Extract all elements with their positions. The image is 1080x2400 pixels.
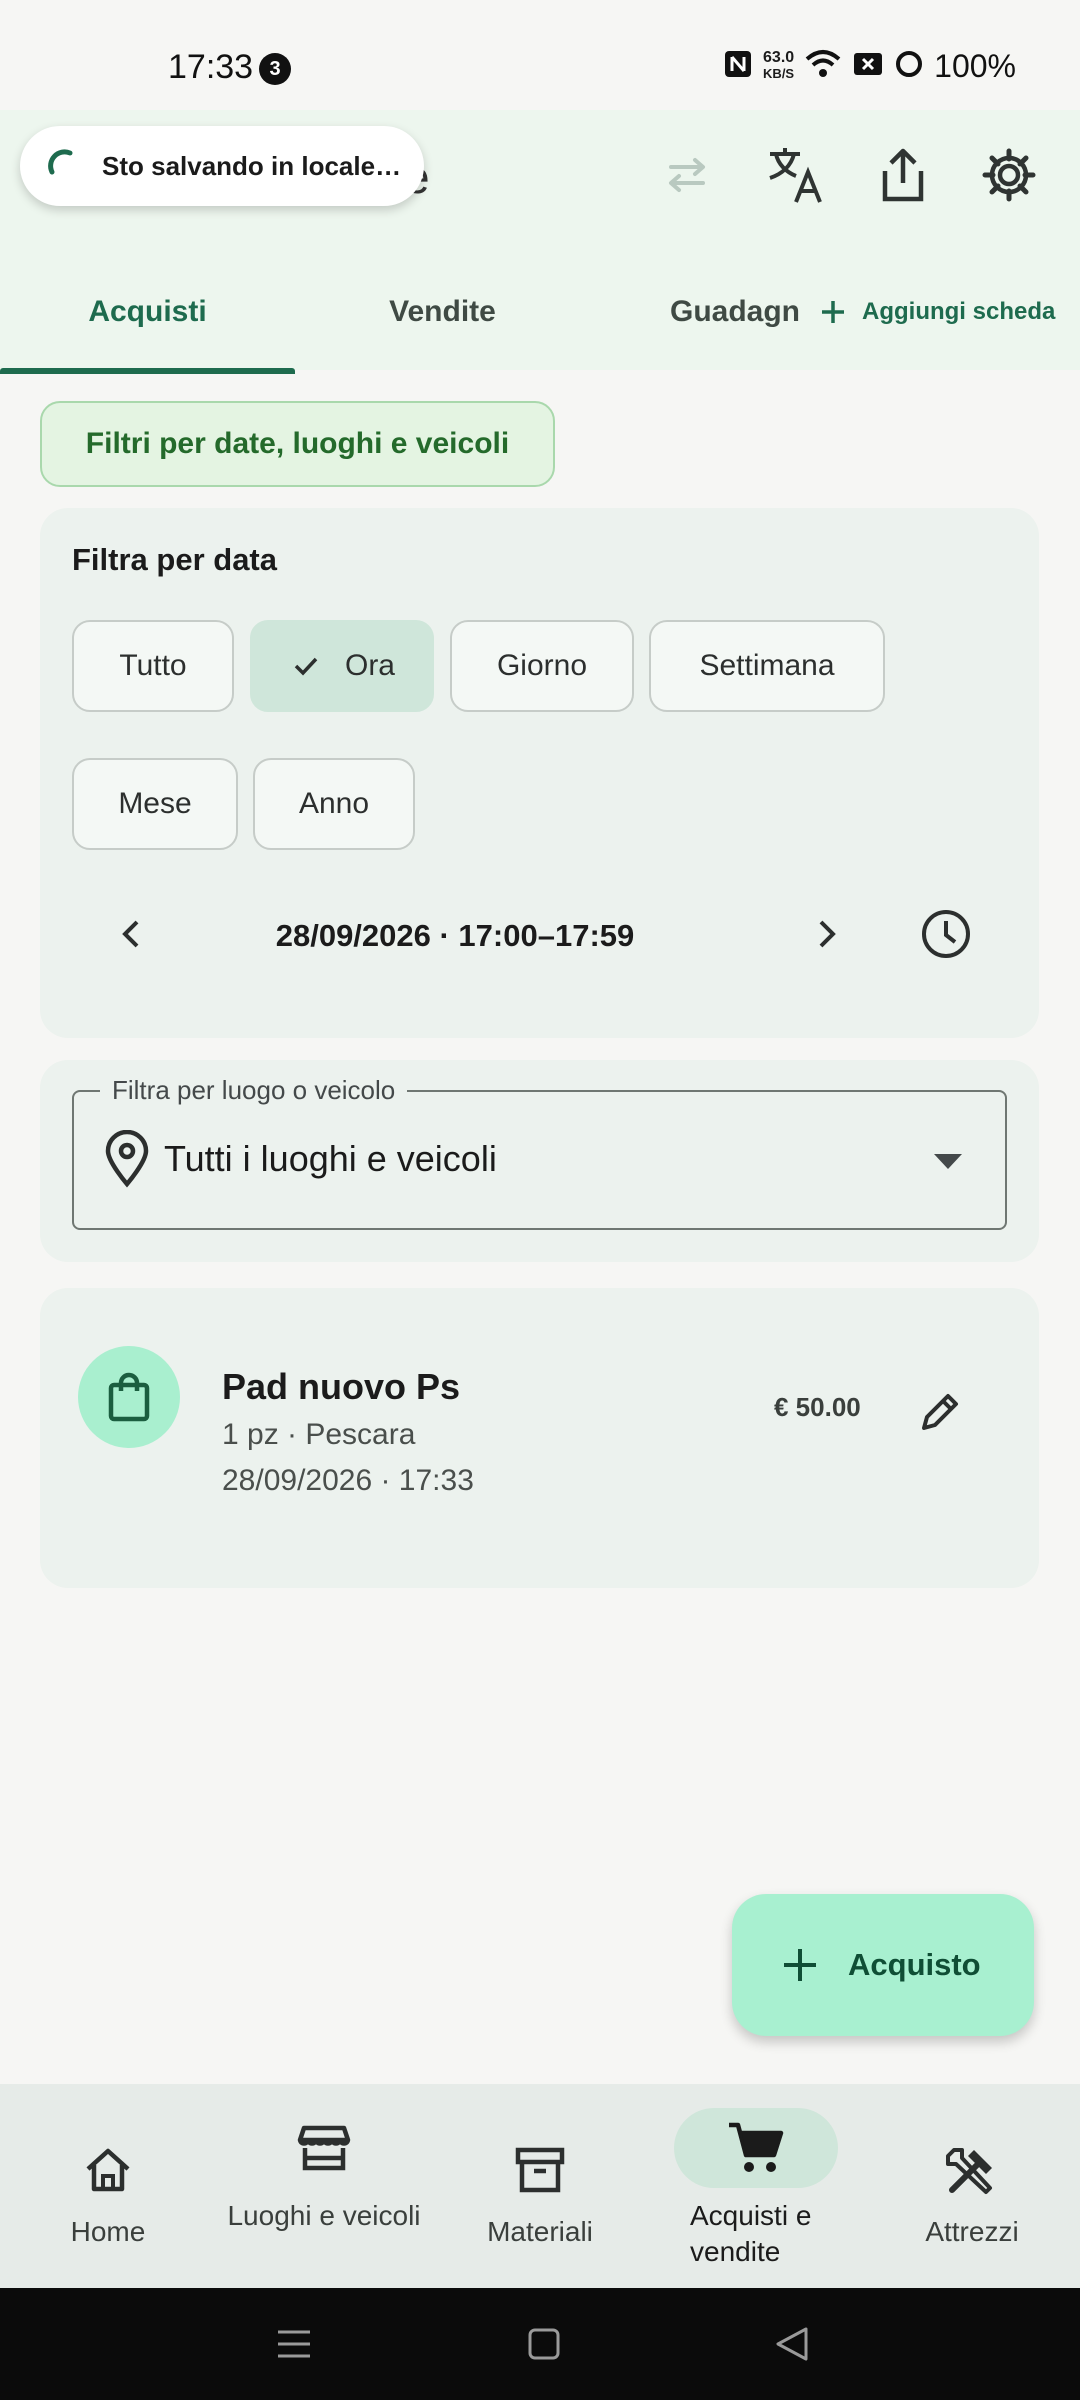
loading-spinner-icon: [48, 149, 73, 175]
nfc-icon: [723, 49, 753, 84]
nav-acquisti-label: Acquisti e vendite: [690, 2200, 812, 2267]
edit-item-button[interactable]: [912, 1384, 968, 1440]
chip-ora[interactable]: Ora: [250, 620, 434, 712]
shopping-bag-icon: [108, 1372, 150, 1422]
tools-icon: [890, 2130, 1054, 2210]
tab-acquisti[interactable]: Acquisti: [0, 250, 295, 374]
filters-toggle-button[interactable]: Filtri per date, luoghi e veicoli: [40, 401, 555, 487]
system-navigation-bar: [0, 2288, 1080, 2400]
nav-home-label: Home: [70, 2216, 146, 2247]
date-filter-title: Filtra per data: [72, 542, 277, 577]
saving-toast: Sto salvando in locale…: [20, 126, 424, 206]
location-pin-icon: [102, 1129, 152, 1193]
home-icon: [26, 2130, 190, 2210]
nav-attrezzi[interactable]: Attrezzi: [864, 2084, 1080, 2288]
net-speed-unit: KB/S: [763, 66, 795, 81]
chip-giorno[interactable]: Giorno: [450, 620, 634, 712]
net-speed-value: 63.0: [763, 49, 795, 66]
no-sim-icon: [852, 50, 884, 83]
item-name: Pad nuovo Ps: [222, 1366, 461, 1407]
square-icon: [528, 2328, 560, 2360]
gear-icon[interactable]: [974, 140, 1044, 210]
status-icons: 63.0 KB/S 100%: [723, 46, 1016, 86]
bottom-navigation: Home Luoghi e veicoli Materiali Acquisti…: [0, 2084, 1080, 2288]
swap-icon[interactable]: [652, 140, 722, 210]
battery-percent: 100%: [934, 47, 1016, 84]
translate-icon[interactable]: [760, 140, 830, 210]
date-range-label: 28/09/2026 · 17:00–17:59: [275, 918, 635, 953]
nav-luoghi-veicoli[interactable]: Luoghi e veicoli: [216, 2084, 432, 2288]
next-period-button[interactable]: [798, 906, 854, 962]
status-bar: 17:33 3 63.0 KB/S 100%: [0, 0, 1080, 110]
chip-ora-label: Ora: [344, 649, 395, 682]
item-quantity-place: 1 pz · Pescara: [222, 1418, 416, 1451]
chip-settimana[interactable]: Settimana: [649, 620, 885, 712]
toast-text: Sto salvando in locale…: [102, 150, 402, 181]
nav-attrezzi-label: Attrezzi: [925, 2216, 1019, 2247]
battery-ring-icon: [894, 49, 924, 84]
tab-bar: Acquisti Vendite Guadagn Aggiungi scheda: [0, 250, 1080, 374]
net-speed: 63.0 KB/S: [763, 50, 794, 82]
check-icon: [294, 657, 318, 676]
clock-button[interactable]: [916, 904, 976, 964]
chip-tutto[interactable]: Tutto: [72, 620, 234, 712]
plus-icon: [822, 301, 844, 323]
menu-lines-icon: [278, 2330, 310, 2358]
date-filter-card: Filtra per data Tutto Ora Giorno Settima…: [40, 508, 1039, 1038]
nav-luoghi-label: Luoghi e veicoli: [227, 2200, 421, 2231]
item-avatar: [78, 1346, 180, 1448]
recents-button[interactable]: [264, 2316, 324, 2372]
store-icon: [242, 2108, 406, 2188]
wifi-icon: [804, 49, 842, 84]
dropdown-caret-icon: [932, 1152, 964, 1177]
place-filter-legend: Filtra per luogo o veicolo: [100, 1075, 408, 1106]
add-purchase-fab[interactable]: Acquisto: [732, 1894, 1034, 2036]
place-select-value: Tutti i luoghi e veicoli: [164, 1138, 497, 1179]
pencil-icon: [922, 1394, 958, 1430]
clock-icon: [922, 910, 970, 958]
chevron-right-icon: [819, 920, 836, 948]
chip-anno[interactable]: Anno: [253, 758, 415, 850]
tab-vendite[interactable]: Vendite: [295, 250, 590, 374]
add-tab-label: Aggiungi scheda: [862, 298, 1056, 325]
tab-indicator: [0, 368, 295, 374]
nav-home[interactable]: Home: [0, 2084, 216, 2288]
chip-mese[interactable]: Mese: [72, 758, 238, 850]
home-system-button[interactable]: [514, 2316, 574, 2372]
nav-materiali[interactable]: Materiali: [432, 2084, 648, 2288]
fab-label: Acquisto: [848, 1947, 981, 1982]
notification-count-badge: 3: [259, 53, 291, 85]
cart-icon: [674, 2108, 838, 2188]
item-price: € 50.00: [774, 1392, 861, 1422]
item-date: 28/09/2026 · 17:33: [222, 1464, 474, 1497]
share-icon[interactable]: [868, 140, 938, 210]
nav-acquisti-vendite[interactable]: Acquisti e vendite: [648, 2084, 864, 2288]
plus-icon: [784, 1949, 816, 1981]
back-triangle-icon: [776, 2327, 808, 2361]
back-button[interactable]: [762, 2316, 822, 2372]
status-time: 17:33: [168, 48, 254, 86]
nav-materiali-label: Materiali: [487, 2216, 593, 2247]
archive-icon: [458, 2130, 622, 2210]
add-tab-button[interactable]: Aggiungi scheda: [818, 250, 1055, 374]
purchase-list-item[interactable]: Pad nuovo Ps 1 pz · Pescara 28/09/2026 ·…: [40, 1288, 1039, 1588]
